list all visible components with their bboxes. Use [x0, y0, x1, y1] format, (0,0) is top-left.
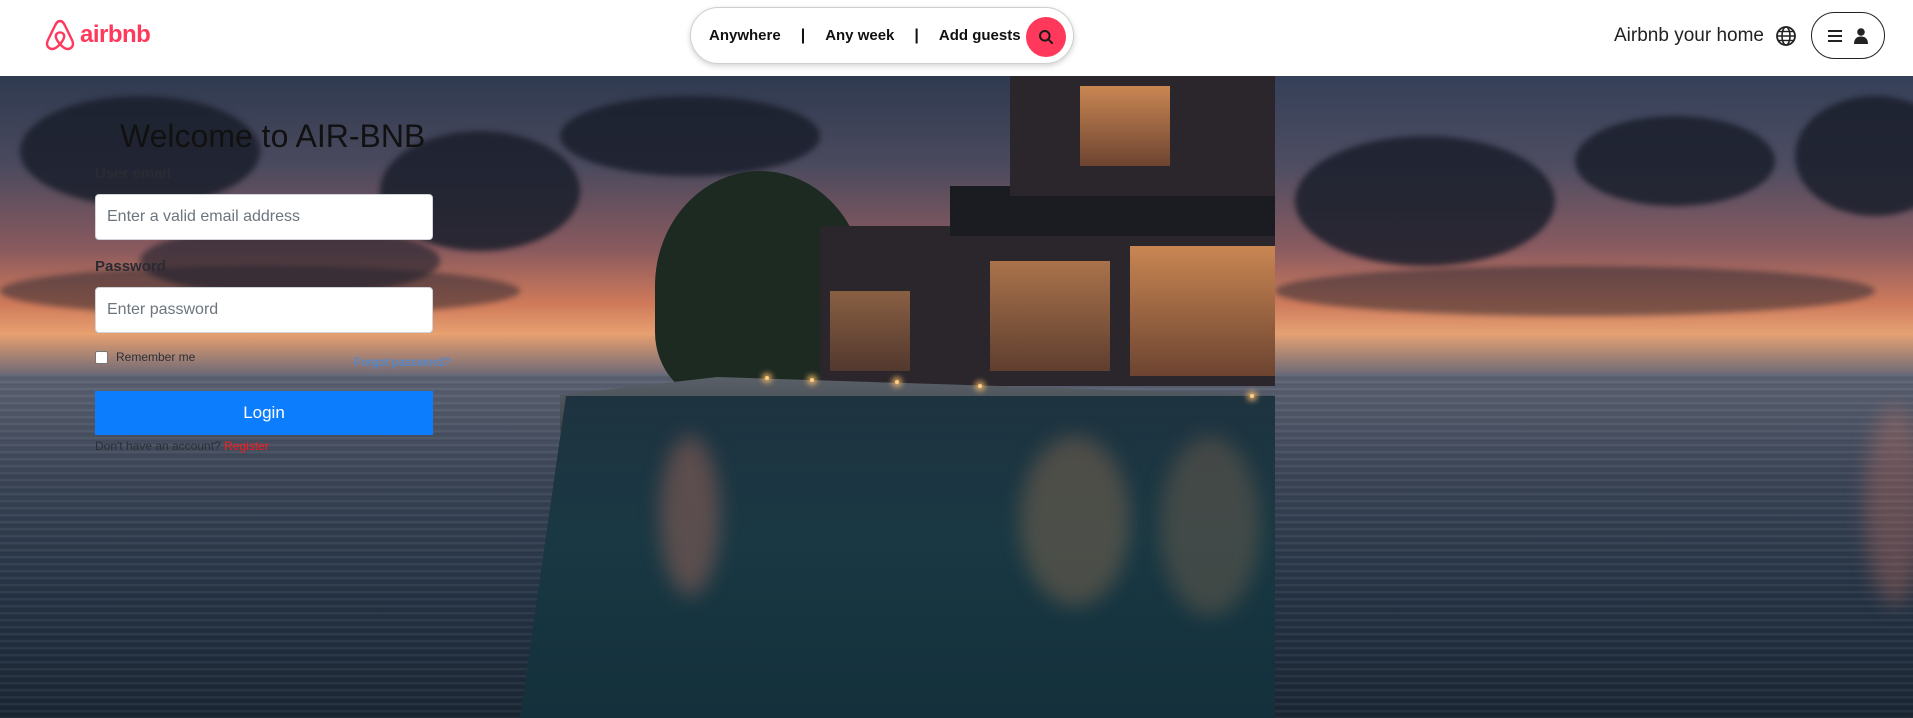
register-prompt: Don't have an account? Register [95, 439, 269, 453]
villa-window [830, 291, 910, 371]
remember-me-checkbox[interactable] [95, 350, 108, 364]
search-any-week[interactable]: Any week [825, 27, 894, 44]
password-label: Password [95, 258, 166, 275]
villa-window [1130, 246, 1275, 376]
pool-reflection [660, 436, 720, 596]
deck-light [765, 376, 769, 380]
email-label: User email [95, 165, 171, 182]
pool-reflection [1020, 436, 1130, 606]
search-add-guests[interactable]: Add guests [939, 27, 1021, 44]
pool-reflection [1160, 436, 1260, 616]
top-navbar: airbnb Anywhere | Any week | Add guests … [0, 0, 1913, 76]
login-button[interactable]: Login [95, 391, 433, 435]
infinity-pool [520, 396, 1275, 718]
register-link[interactable]: Register [224, 439, 269, 453]
brand-name: airbnb [80, 21, 151, 48]
airbnb-your-home-link[interactable]: Airbnb your home [1614, 25, 1764, 47]
airbnb-logo-icon [45, 19, 75, 51]
user-menu-button[interactable] [1811, 12, 1885, 59]
villa-window [1080, 86, 1170, 166]
search-icon [1039, 30, 1053, 44]
deck-light [978, 384, 982, 388]
cloud [1575, 116, 1775, 206]
globe-icon[interactable] [1775, 25, 1797, 47]
resort-background-image-repeat [1275, 76, 1913, 718]
email-input[interactable] [95, 194, 433, 240]
cloud [1295, 136, 1555, 266]
remember-me-label: Remember me [116, 350, 196, 364]
airbnb-logo[interactable]: airbnb [44, 18, 151, 52]
remember-me: Remember me [95, 350, 195, 364]
hamburger-icon [1828, 29, 1842, 42]
search-separator: | [800, 26, 806, 44]
page-title: Welcome to AIR-BNB [120, 118, 426, 154]
cloud [1275, 266, 1875, 316]
user-icon [1854, 27, 1868, 44]
search-anywhere[interactable]: Anywhere [709, 27, 781, 44]
search-button[interactable] [1026, 17, 1066, 57]
deck-light [895, 380, 899, 384]
deck-light [1250, 394, 1254, 398]
villa-window [990, 261, 1110, 371]
register-prompt-text: Don't have an account? [95, 439, 221, 453]
cloud [560, 96, 820, 176]
search-separator: | [914, 26, 919, 44]
deck-light [810, 378, 814, 382]
search-bar[interactable]: Anywhere | Any week | Add guests [690, 7, 1074, 64]
forgot-password-link[interactable]: Forgot password? [354, 355, 450, 369]
password-input[interactable] [95, 287, 433, 333]
sea [1275, 374, 1913, 718]
